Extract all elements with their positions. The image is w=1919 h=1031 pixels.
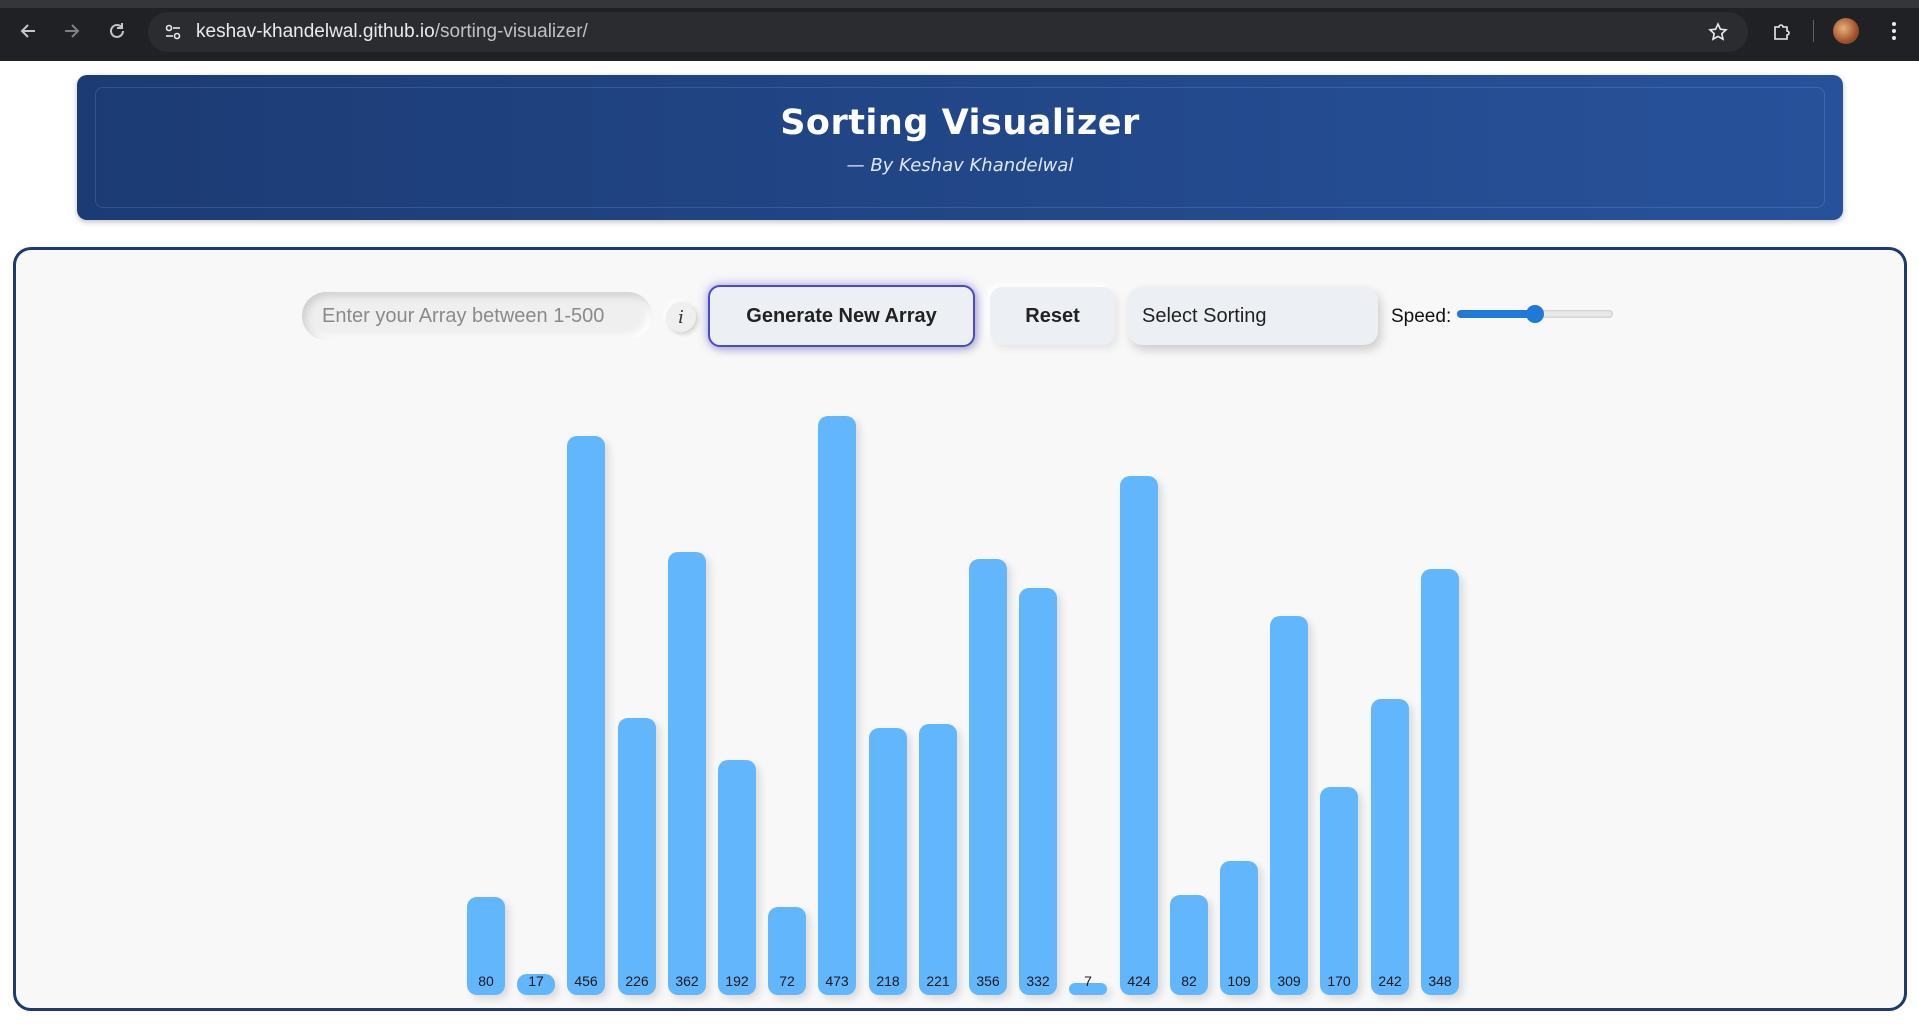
kebab-menu-icon[interactable] xyxy=(1878,15,1910,47)
info-button[interactable]: i xyxy=(666,302,696,332)
page-title: Sorting Visualizer xyxy=(780,103,1140,143)
back-arrow-icon[interactable] xyxy=(12,15,44,47)
speed-label: Speed: xyxy=(1391,306,1452,327)
puzzle-icon[interactable] xyxy=(1766,15,1798,47)
toolbar-divider xyxy=(1813,20,1814,42)
sorting-select[interactable]: Select Sorting xyxy=(1128,287,1378,345)
star-icon[interactable] xyxy=(1706,20,1730,44)
visualizer-panel xyxy=(13,247,1907,1011)
forward-arrow-icon[interactable] xyxy=(56,15,88,47)
browser-toolbar: keshav-khandelwal.github.io/sorting-visu… xyxy=(0,0,1919,61)
site-info-icon[interactable] xyxy=(162,21,184,43)
array-input[interactable] xyxy=(302,292,652,340)
speed-slider-fill xyxy=(1457,310,1535,318)
speed-slider-thumb[interactable] xyxy=(1526,305,1544,323)
page-subtitle: — By Keshav Khandelwal xyxy=(846,155,1074,176)
url-host: keshav-khandelwal.github.io xyxy=(196,21,435,42)
reload-icon[interactable] xyxy=(101,15,133,47)
address-bar[interactable]: keshav-khandelwal.github.io/sorting-visu… xyxy=(148,12,1748,52)
sorting-select-label: Select Sorting xyxy=(1142,304,1267,327)
tab-strip xyxy=(0,0,1919,8)
avatar[interactable] xyxy=(1830,15,1862,47)
url-text: keshav-khandelwal.github.io/sorting-visu… xyxy=(196,12,588,52)
generate-array-button[interactable]: Generate New Array xyxy=(708,285,975,347)
reset-button[interactable]: Reset xyxy=(990,287,1115,345)
speed-slider[interactable] xyxy=(1457,305,1613,323)
url-path: /sorting-visualizer/ xyxy=(434,21,588,42)
page-header: Sorting Visualizer — By Keshav Khandelwa… xyxy=(77,75,1843,220)
profile-avatar xyxy=(1833,18,1859,44)
